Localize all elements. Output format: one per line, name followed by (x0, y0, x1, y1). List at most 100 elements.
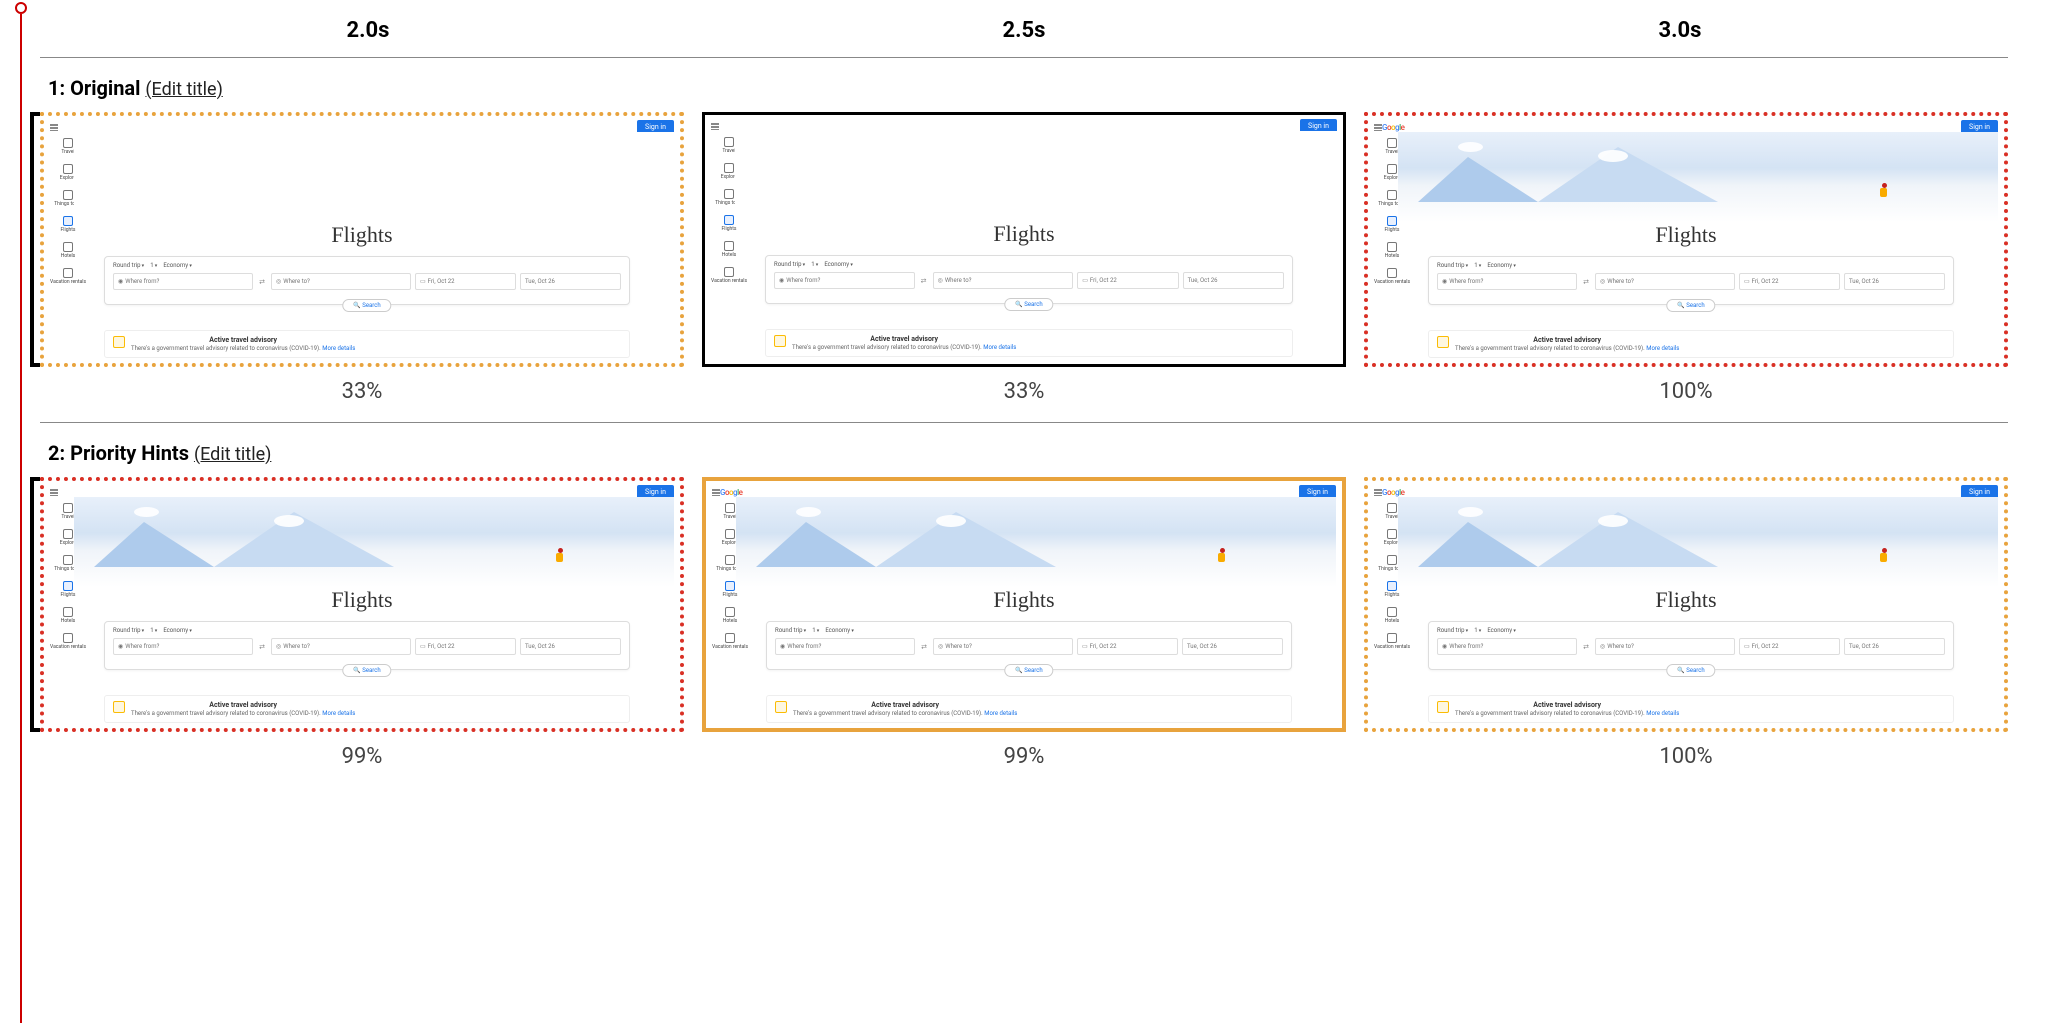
filmstrip-frame[interactable]: Google Sign in TravelExploreThings to do… (702, 112, 1346, 367)
where-from-input: ◉ Where from? (775, 638, 915, 655)
nav-icon (63, 164, 73, 174)
nav-icon (1387, 190, 1397, 200)
flights-screenshot: Google Sign in TravelExploreThings to do… (44, 116, 680, 363)
advisory-body: There's a government travel advisory rel… (1455, 710, 1679, 717)
search-button: 🔍 Search (1004, 298, 1053, 311)
hero-image (1398, 132, 1998, 222)
date-from-input: ▭ Fri, Oct 22 (415, 273, 516, 290)
nav-icon (725, 555, 735, 565)
hero-image (736, 497, 1336, 587)
filmstrip-row: Google Sign in TravelExploreThings to do… (40, 477, 2008, 787)
nav-label: Travel (61, 149, 74, 155)
nav-label: Vacation rentals (50, 279, 86, 285)
page-title: Flights (44, 222, 680, 248)
chip-roundtrip: Round trip (1437, 627, 1468, 634)
filmstrip-frame[interactable]: Google Sign in TravelExploreThings to do… (40, 112, 684, 367)
where-from-input: ◉ Where from? (1437, 638, 1577, 655)
visual-progress-percent: 99% (40, 744, 684, 769)
chip-roundtrip: Round trip (113, 627, 144, 634)
edit-title-link[interactable]: (Edit title) (145, 79, 222, 100)
hero-image (1398, 497, 1998, 587)
chip-roundtrip: Round trip (775, 627, 806, 634)
nav-icon (724, 267, 734, 277)
nav-icon (1387, 503, 1397, 513)
page-title: Flights (1368, 222, 2004, 248)
time-header-1: 2.5s (696, 18, 1352, 43)
filmstrip-cell: Google Sign in TravelExploreThings to do… (1364, 112, 2008, 414)
chip-class: Economy (825, 627, 854, 634)
where-to-input: ◎ Where to? (271, 273, 411, 290)
date-to-input: Tue, Oct 26 (1182, 638, 1283, 655)
nav-label: Hotels (722, 252, 737, 258)
nav-icon (1387, 138, 1397, 148)
warning-icon (775, 701, 787, 713)
page-title: Flights (44, 587, 680, 613)
chip-class: Economy (163, 627, 192, 634)
filmstrip-container: 2.0s 2.5s 3.0s 1: Original (Edit title) … (0, 0, 2048, 787)
nav-label: Travel (1385, 514, 1398, 520)
filmstrip-frame[interactable]: Google Sign in TravelExploreThings to do… (1364, 477, 2008, 732)
hamburger-icon (50, 124, 58, 131)
filmstrip-cell: Google Sign in TravelExploreThings to do… (702, 477, 1346, 779)
chip-passengers: 1 (812, 627, 819, 634)
nav-label: Vacation rentals (712, 644, 748, 650)
nav-icon (724, 163, 734, 173)
nav-label: Hotels (1385, 253, 1400, 259)
advisory-link: More details (322, 345, 355, 352)
advisory-title: Active travel advisory (792, 335, 1016, 343)
visual-progress-percent: 33% (702, 379, 1346, 404)
filmstrip-frame[interactable]: Google Sign in TravelExploreThings to do… (1364, 112, 2008, 367)
date-from-input: ▭ Fri, Oct 22 (1077, 638, 1178, 655)
hero-image (74, 497, 674, 587)
nav-label: Hotels (61, 253, 76, 259)
chip-roundtrip: Round trip (774, 261, 805, 268)
swap-icon: ⇄ (257, 638, 267, 655)
search-card: Round trip 1 Economy ◉ Where from? ⇄ ◎ W… (104, 256, 630, 305)
filmstrip-frame[interactable]: Google Sign in TravelExploreThings to do… (702, 477, 1346, 732)
search-card: Round trip 1 Economy ◉ Where from? ⇄ ◎ W… (766, 621, 1292, 670)
where-to-input: ◎ Where to? (1595, 638, 1735, 655)
nav-label: Vacation rentals (1374, 644, 1410, 650)
warning-icon (113, 336, 125, 348)
advisory-body: There's a government travel advisory rel… (1455, 345, 1679, 352)
filmstrip-cell: Google Sign in TravelExploreThings to do… (40, 112, 684, 414)
page-title: Flights (1368, 587, 2004, 613)
row-title: Original (70, 76, 140, 100)
hamburger-icon (1374, 124, 1382, 131)
advisory-body: There's a government travel advisory rel… (792, 344, 1016, 351)
hero-image (74, 132, 674, 222)
nav-icon (63, 633, 73, 643)
search-card: Round trip 1 Economy ◉ Where from? ⇄ ◎ W… (1428, 256, 1954, 305)
chip-passengers: 1 (150, 262, 157, 269)
advisory-link: More details (984, 710, 1017, 717)
search-card: Round trip 1 Economy ◉ Where from? ⇄ ◎ W… (1428, 621, 1954, 670)
chip-roundtrip: Round trip (1437, 262, 1468, 269)
chip-roundtrip: Round trip (113, 262, 144, 269)
search-button: 🔍 Search (1666, 664, 1715, 677)
flights-screenshot: Google Sign in TravelExploreThings to do… (1368, 116, 2004, 363)
nav-icon (725, 529, 735, 539)
chip-passengers: 1 (1474, 262, 1481, 269)
time-header-row: 2.0s 2.5s 3.0s (40, 10, 2008, 58)
filmstrip-frame[interactable]: Google Sign in TravelExploreThings to do… (40, 477, 684, 732)
advisory-link: More details (322, 710, 355, 717)
nav-icon (1387, 633, 1397, 643)
advisory-title: Active travel advisory (1455, 336, 1679, 344)
chip-passengers: 1 (1474, 627, 1481, 634)
nav-icon (725, 503, 735, 513)
filmstrip-cell: Google Sign in TravelExploreThings to do… (40, 477, 684, 779)
time-header-0: 2.0s (40, 18, 696, 43)
nav-icon (1387, 164, 1397, 174)
travel-advisory: Active travel advisory There's a governm… (104, 330, 630, 358)
advisory-title: Active travel advisory (131, 336, 355, 344)
nav-label: Hotels (1385, 618, 1400, 624)
chip-class: Economy (1487, 262, 1516, 269)
edit-title-link[interactable]: (Edit title) (194, 444, 271, 465)
visual-progress-percent: 100% (1364, 744, 2008, 769)
hamburger-icon (712, 489, 720, 496)
where-from-input: ◉ Where from? (1437, 273, 1577, 290)
visual-progress-percent: 99% (702, 744, 1346, 769)
trip-chips: Round trip 1 Economy (774, 261, 1284, 268)
side-nav-item: Vacation rentals (50, 268, 86, 285)
date-to-input: Tue, Oct 26 (520, 638, 621, 655)
